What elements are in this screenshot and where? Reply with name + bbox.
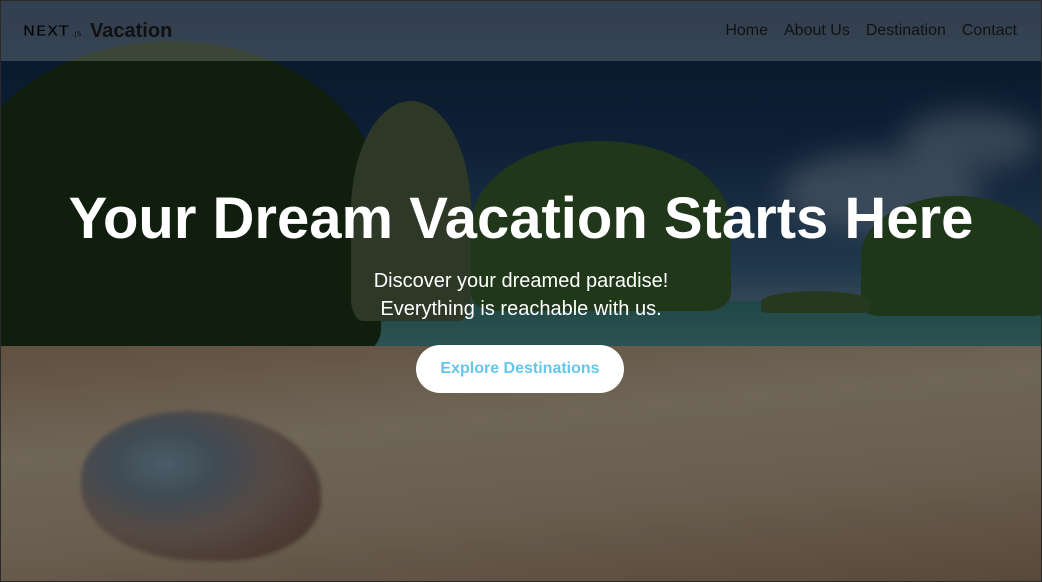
explore-destinations-button[interactable]: Explore Destinations [416, 345, 624, 393]
hero-subtitle-line-2: Everything is reachable with us. [380, 298, 662, 320]
hero-subtitle: Discover your dreamed paradise! Everythi… [1, 267, 1041, 323]
hero: Your Dream Vacation Starts Here Discover… [1, 1, 1041, 581]
hero-title: Your Dream Vacation Starts Here [68, 186, 974, 251]
hero-subtitle-line-1: Discover your dreamed paradise! [373, 270, 669, 292]
page: NEXT .JS Vacation Home About Us Destinat… [0, 0, 1042, 582]
